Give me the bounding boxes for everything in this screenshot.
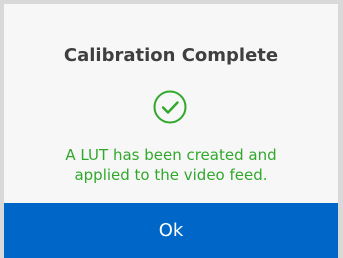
message-line-2: applied to the video feed. xyxy=(74,166,268,184)
check-circle-icon xyxy=(153,90,187,124)
message-line-1: A LUT has been created and xyxy=(65,146,277,164)
ok-button[interactable]: Ok xyxy=(4,203,338,258)
success-message: A LUT has been created and applied to th… xyxy=(4,145,338,185)
dialog-title: Calibration Complete xyxy=(63,45,279,66)
calibration-complete-dialog: Calibration Complete A LUT has been crea… xyxy=(4,4,338,258)
